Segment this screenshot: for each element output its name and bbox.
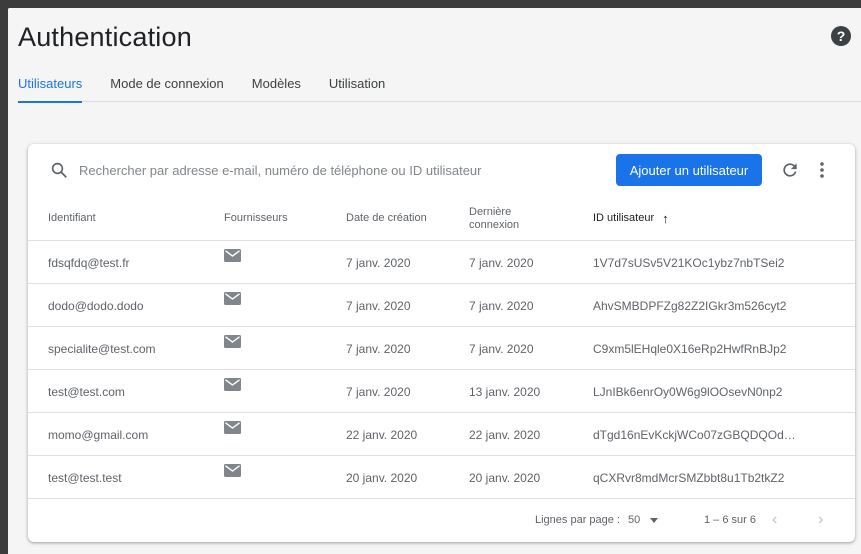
cell-provider: [224, 284, 241, 327]
cell-created: 7 janv. 2020: [346, 341, 411, 356]
tab-sign-in-method[interactable]: Mode de connexion: [110, 76, 223, 102]
refresh-icon[interactable]: [780, 160, 800, 180]
cell-last-sign-in: 20 janv. 2020: [469, 470, 541, 485]
table-row[interactable]: specialite@test.com 7 janv. 2020 7 janv.…: [28, 327, 855, 370]
cell-last-sign-in: 7 janv. 2020: [469, 255, 534, 270]
page-header: Authentication ? Utilisateurs Mode de co…: [8, 8, 861, 104]
column-header-last-sign-in[interactable]: Dernière connexion: [469, 196, 519, 241]
sort-arrow-up-icon: ↑: [662, 211, 669, 226]
cell-uid: 1V7d7sUSv5V21KOc1ybz7nbTSei2: [593, 255, 785, 270]
table-row[interactable]: dodo@dodo.dodo 7 janv. 2020 7 janv. 2020…: [28, 284, 855, 327]
table-body: fdsqfdq@test.fr 7 janv. 2020 7 janv. 202…: [28, 241, 855, 499]
table-row[interactable]: momo@gmail.com 22 janv. 2020 22 janv. 20…: [28, 413, 855, 456]
cell-created: 7 janv. 2020: [346, 255, 411, 270]
users-toolbar: Rechercher par adresse e-mail, numéro de…: [28, 144, 855, 196]
column-header-uid-label: ID utilisateur: [593, 212, 655, 224]
cell-last-sign-in: 22 janv. 2020: [469, 427, 541, 442]
help-icon[interactable]: ?: [831, 26, 851, 46]
cell-uid: C9xm5lEHqle0X16eRp2HwfRnBJp2: [593, 341, 787, 356]
column-header-last-sign-in-line2: connexion: [469, 218, 520, 231]
add-user-button[interactable]: Ajouter un utilisateur: [616, 154, 762, 186]
search-input[interactable]: Rechercher par adresse e-mail, numéro de…: [79, 163, 482, 178]
page-title: Authentication: [18, 22, 192, 52]
column-header-providers: Fournisseurs: [224, 212, 288, 224]
cell-identifier: dodo@dodo.dodo: [48, 298, 144, 313]
cell-created: 20 janv. 2020: [346, 470, 418, 485]
cell-last-sign-in: 13 janv. 2020: [469, 384, 541, 399]
cell-identifier: momo@gmail.com: [48, 427, 149, 442]
tab-users[interactable]: Utilisateurs: [18, 76, 83, 103]
users-card: Rechercher par adresse e-mail, numéro de…: [28, 144, 855, 542]
dropdown-caret-icon: [650, 517, 659, 523]
cell-provider: [224, 456, 241, 499]
email-provider-icon: [224, 249, 241, 262]
cell-created: 22 janv. 2020: [346, 427, 418, 442]
cell-identifier: specialite@test.com: [48, 341, 156, 356]
tab-usage[interactable]: Utilisation: [329, 76, 385, 102]
table-row[interactable]: test@test.com 7 janv. 2020 13 janv. 2020…: [28, 370, 855, 413]
email-provider-icon: [224, 378, 241, 391]
cell-uid: LJnIBk6enrOy0W6g9lOOsevN0np2: [593, 384, 783, 399]
email-provider-icon: [224, 292, 241, 305]
cell-provider: [224, 327, 241, 370]
cell-created: 7 janv. 2020: [346, 298, 411, 313]
cell-provider: [224, 370, 241, 413]
column-header-uid[interactable]: ID utilisateur ↑: [593, 196, 669, 241]
cell-uid: dTgd16nEvKckjWCo07zGBQDQOd…: [593, 427, 796, 442]
cell-identifier: fdsqfdq@test.fr: [48, 255, 130, 270]
table-row[interactable]: test@test.test 20 janv. 2020 20 janv. 20…: [28, 456, 855, 499]
rows-per-page-label: Lignes par page :: [535, 514, 621, 526]
table-header: Identifiant Fournisseurs Date de créatio…: [28, 196, 855, 241]
cell-identifier: test@test.test: [48, 470, 122, 485]
email-provider-icon: [224, 421, 241, 434]
chevron-right-icon[interactable]: ›: [818, 511, 823, 529]
search-icon: [51, 162, 67, 178]
cell-identifier: test@test.com: [48, 384, 125, 399]
cell-created: 7 janv. 2020: [346, 384, 411, 399]
rows-per-page-select[interactable]: 50: [628, 514, 659, 526]
more-vert-icon[interactable]: [814, 160, 830, 180]
column-header-last-sign-in-line1: Dernière: [469, 205, 512, 218]
rows-per-page-value: 50: [628, 514, 641, 526]
chevron-left-icon[interactable]: ‹: [772, 511, 777, 529]
cell-last-sign-in: 7 janv. 2020: [469, 298, 534, 313]
email-provider-icon: [224, 464, 241, 477]
tab-templates[interactable]: Modèles: [252, 76, 301, 102]
tab-bar: Utilisateurs Mode de connexion Modèles U…: [18, 76, 861, 103]
table-row[interactable]: fdsqfdq@test.fr 7 janv. 2020 7 janv. 202…: [28, 241, 855, 284]
pagination-range: 1 – 6 sur 6: [704, 514, 756, 526]
column-header-identifier[interactable]: Identifiant: [48, 196, 96, 241]
cell-uid: qCXRvr8mdMcrSMZbbt8u1Tb2tkZ2: [593, 470, 785, 485]
cell-provider: [224, 413, 241, 456]
email-provider-icon: [224, 335, 241, 348]
cell-uid: AhvSMBDPFZg82Z2IGkr3m526cyt2: [593, 298, 787, 313]
column-header-created[interactable]: Date de création: [346, 196, 427, 241]
app-window: Authentication ? Utilisateurs Mode de co…: [8, 8, 861, 554]
cell-provider: [224, 241, 241, 284]
cell-last-sign-in: 7 janv. 2020: [469, 341, 534, 356]
pagination-footer: Lignes par page : 50 1 – 6 sur 6 ‹ ›: [28, 499, 855, 542]
